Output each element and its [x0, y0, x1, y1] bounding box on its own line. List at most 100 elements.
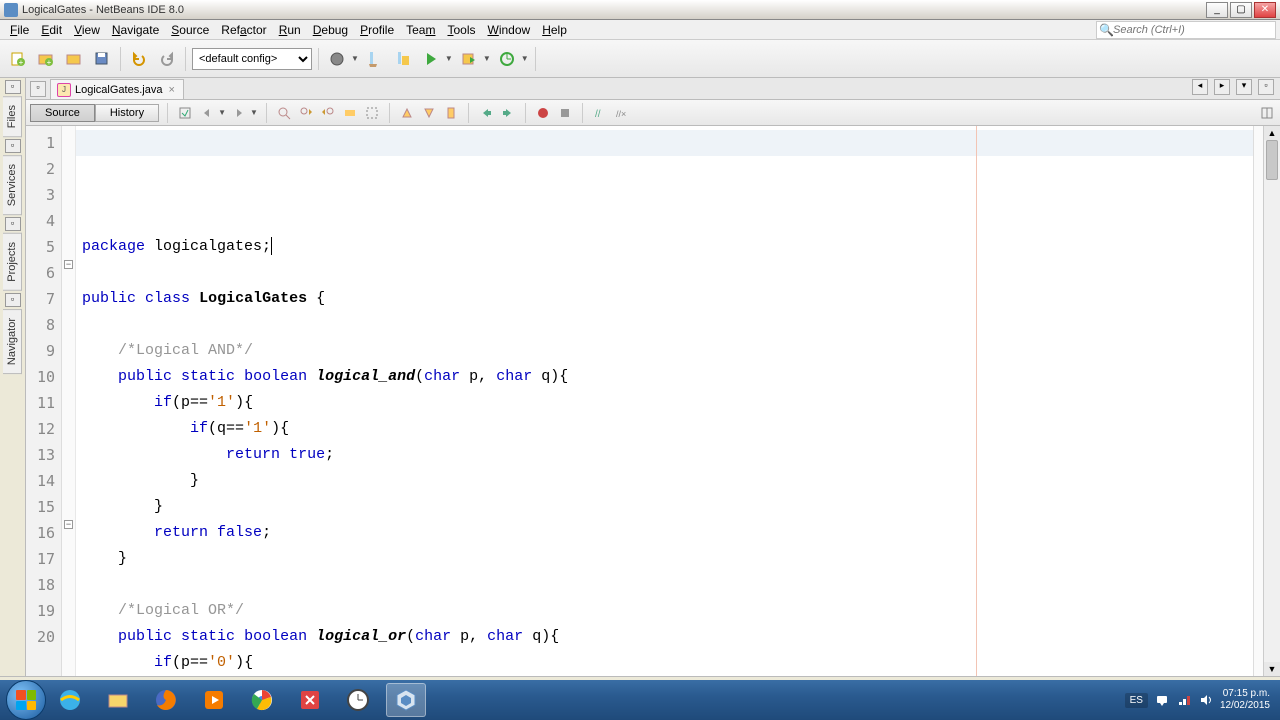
dock-minimize-button[interactable]: ▫ [5, 80, 21, 94]
taskbar-ie[interactable] [50, 683, 90, 717]
menu-debug[interactable]: Debug [307, 21, 354, 39]
taskbar-media[interactable] [194, 683, 234, 717]
menu-help[interactable]: Help [536, 21, 573, 39]
code-content[interactable]: package logicalgates; public class Logic… [76, 126, 1253, 676]
menu-source[interactable]: Source [165, 21, 215, 39]
minimize-button[interactable]: _ [1206, 2, 1228, 18]
dropdown-icon[interactable]: ▼ [351, 54, 359, 63]
file-tab-label: LogicalGates.java [75, 84, 162, 96]
taskbar-firefox[interactable] [146, 683, 186, 717]
split-button[interactable] [1258, 104, 1276, 122]
start-button[interactable] [6, 680, 46, 720]
tray-network-icon[interactable] [1176, 692, 1192, 708]
menu-view[interactable]: View [68, 21, 106, 39]
rail-services[interactable]: Services [3, 155, 22, 215]
macro-stop-button[interactable] [556, 104, 574, 122]
taskbar-netbeans[interactable] [386, 683, 426, 717]
clean-build-button[interactable] [363, 47, 387, 71]
rail-files[interactable]: Files [3, 96, 22, 137]
undo-button[interactable] [127, 47, 151, 71]
maximize-button[interactable]: ▢ [1230, 2, 1252, 18]
forward-button[interactable] [230, 104, 248, 122]
menu-window[interactable]: Window [482, 21, 537, 39]
uncomment-button[interactable]: //× [613, 104, 631, 122]
rail-projects[interactable]: Projects [3, 233, 22, 291]
dropdown-icon[interactable]: ▼ [521, 54, 529, 63]
menu-refactor[interactable]: Refactor [215, 21, 272, 39]
next-bookmark-button[interactable] [420, 104, 438, 122]
comment-button[interactable]: // [591, 104, 609, 122]
history-tab[interactable]: History [95, 104, 159, 122]
scrollbar-thumb[interactable] [1266, 140, 1278, 180]
find-prev-button[interactable] [297, 104, 315, 122]
taskbar-app[interactable] [290, 683, 330, 717]
menu-edit[interactable]: Edit [35, 21, 68, 39]
tray-action-center-icon[interactable] [1154, 692, 1170, 708]
debug-button[interactable] [457, 47, 481, 71]
toggle-bookmark-button[interactable] [442, 104, 460, 122]
build-button[interactable] [325, 47, 349, 71]
clean-build-main-button[interactable] [391, 47, 415, 71]
back-button[interactable] [198, 104, 216, 122]
fold-column[interactable]: −− [62, 126, 76, 676]
code-editor[interactable]: 1234567891011121314151617181920 −− packa… [26, 126, 1280, 676]
dropdown-icon[interactable]: ▼ [218, 108, 226, 117]
config-select[interactable]: <default config> [192, 48, 312, 70]
file-tab[interactable]: J LogicalGates.java × [50, 79, 184, 99]
dock-button[interactable]: ▫ [30, 81, 46, 97]
error-stripe[interactable] [1253, 126, 1263, 676]
tab-list-button[interactable]: ▾ [1236, 79, 1252, 95]
shift-right-button[interactable] [499, 104, 517, 122]
maximize-editor-button[interactable]: ▫ [1258, 79, 1274, 95]
close-tab-button[interactable]: × [166, 84, 176, 96]
search-box[interactable]: 🔍 [1096, 21, 1276, 39]
toggle-highlight-button[interactable] [341, 104, 359, 122]
rail-navigator[interactable]: Navigator [3, 309, 22, 374]
prev-bookmark-button[interactable] [398, 104, 416, 122]
dropdown-icon[interactable]: ▼ [250, 108, 258, 117]
source-tab[interactable]: Source [30, 104, 95, 122]
dock-minimize-button[interactable]: ▫ [5, 139, 21, 153]
profile-button[interactable] [495, 47, 519, 71]
dropdown-icon[interactable]: ▼ [483, 54, 491, 63]
open-project-button[interactable] [62, 47, 86, 71]
fold-toggle[interactable]: − [64, 520, 73, 529]
menu-team[interactable]: Team [400, 21, 441, 39]
save-all-button[interactable] [90, 47, 114, 71]
search-input[interactable] [1113, 24, 1273, 36]
redo-button[interactable] [155, 47, 179, 71]
scroll-down-button[interactable]: ▼ [1264, 662, 1280, 676]
menu-tools[interactable]: Tools [441, 21, 481, 39]
menu-run[interactable]: Run [273, 21, 307, 39]
dropdown-icon[interactable]: ▼ [445, 54, 453, 63]
run-button[interactable] [419, 47, 443, 71]
svg-text:+: + [19, 58, 24, 67]
taskbar-clock[interactable] [338, 683, 378, 717]
new-file-button[interactable]: + [6, 47, 30, 71]
tray-clock[interactable]: 07:15 p.m. 12/02/2015 [1220, 688, 1270, 712]
find-next-button[interactable] [319, 104, 337, 122]
scroll-up-button[interactable]: ▲ [1264, 126, 1280, 140]
dock-minimize-button[interactable]: ▫ [5, 293, 21, 307]
fold-toggle[interactable]: − [64, 260, 73, 269]
menu-profile[interactable]: Profile [354, 21, 400, 39]
menu-navigate[interactable]: Navigate [106, 21, 165, 39]
vertical-scrollbar[interactable]: ▲ ▼ [1263, 126, 1280, 676]
toggle-rect-select-button[interactable] [363, 104, 381, 122]
last-edit-button[interactable] [176, 104, 194, 122]
new-project-button[interactable]: + [34, 47, 58, 71]
taskbar-chrome[interactable] [242, 683, 282, 717]
svg-text:+: + [47, 58, 52, 67]
menu-bar: File Edit View Navigate Source Refactor … [0, 20, 1280, 40]
scroll-right-button[interactable]: ▸ [1214, 79, 1230, 95]
language-indicator[interactable]: ES [1125, 693, 1148, 708]
taskbar-explorer[interactable] [98, 683, 138, 717]
macro-record-button[interactable] [534, 104, 552, 122]
find-selection-button[interactable] [275, 104, 293, 122]
menu-file[interactable]: File [4, 21, 35, 39]
shift-left-button[interactable] [477, 104, 495, 122]
dock-minimize-button[interactable]: ▫ [5, 217, 21, 231]
close-button[interactable]: ✕ [1254, 2, 1276, 18]
scroll-left-button[interactable]: ◂ [1192, 79, 1208, 95]
tray-volume-icon[interactable] [1198, 692, 1214, 708]
